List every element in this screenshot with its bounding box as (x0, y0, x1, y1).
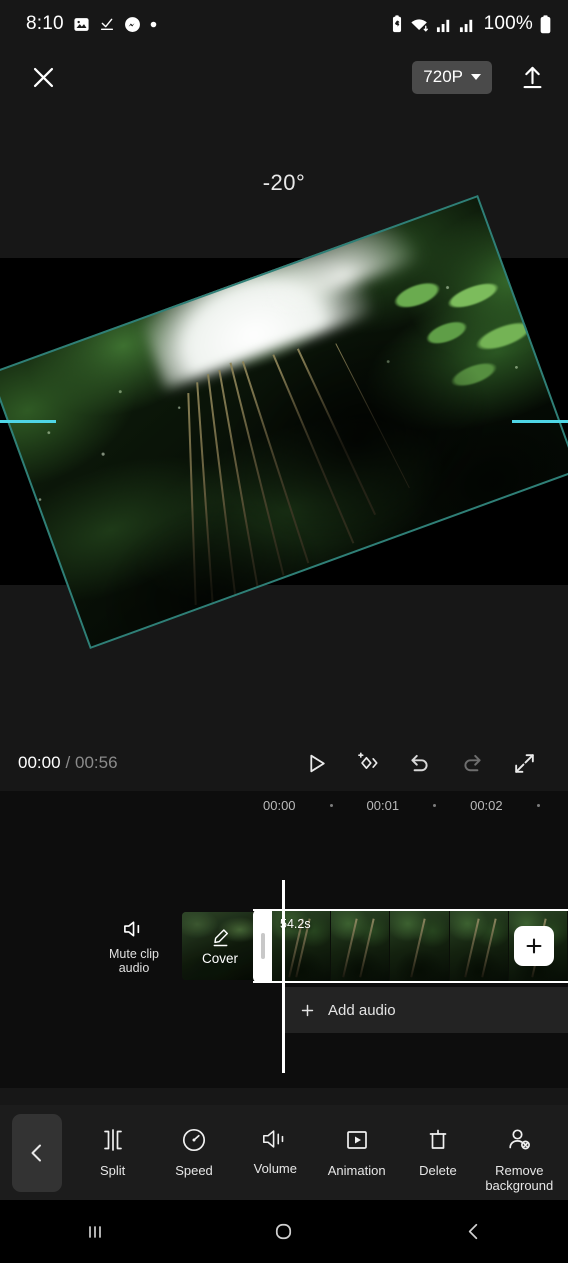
battery-saver-icon (390, 15, 404, 33)
clip-frame (449, 911, 509, 981)
toolbar-label: Volume (253, 1161, 297, 1176)
messenger-icon (124, 16, 141, 33)
mute-speaker-icon (122, 918, 147, 940)
battery-percent-label: 100% (483, 13, 533, 34)
ruler-tick: 00:00 (263, 797, 296, 813)
cover-label: Cover (201, 950, 238, 966)
transport-bar: 00:00 / 00:56 (0, 735, 568, 791)
ruler-dot (329, 803, 333, 807)
resolution-label: 720P (423, 67, 463, 86)
app-bar: 720P (0, 48, 568, 106)
status-bar-clock: 8:10 (26, 13, 64, 34)
ruler-dot (536, 803, 540, 807)
play-button[interactable] (290, 741, 342, 785)
ruler-tick: 00:01 (366, 797, 400, 813)
status-bar-right: 100% (390, 13, 552, 35)
signal-two-icon (459, 16, 476, 33)
redo-button[interactable] (446, 741, 498, 785)
ruler-tick: 00:02 (470, 797, 503, 813)
toolbar-item-speed[interactable]: Speed (155, 1126, 233, 1178)
playhead[interactable] (282, 880, 285, 1073)
animation-icon (343, 1126, 371, 1154)
keyframe-button[interactable] (342, 741, 394, 785)
toolbar-item-delete[interactable]: Delete (399, 1126, 477, 1178)
home-button[interactable] (249, 1210, 319, 1254)
video-frame (0, 194, 568, 649)
edit-toolbar: Split Speed Volume Animation Delete Remo… (0, 1105, 568, 1200)
toolbar-item-split[interactable]: Split (74, 1126, 152, 1178)
export-button[interactable] (514, 59, 550, 95)
status-bar: 8:10 100% (0, 0, 568, 48)
recents-button[interactable] (60, 1210, 130, 1254)
signal-one-icon (436, 16, 453, 33)
timeline-panel[interactable]: 00:00 00:01 00:02 00:03 00:0 Mute clipau… (0, 791, 568, 1088)
toolbar-item-animation[interactable]: Animation (318, 1126, 396, 1178)
clip-frame (331, 911, 391, 981)
toolbar-label: Animation (327, 1163, 386, 1178)
android-nav-bar (0, 1200, 568, 1263)
current-time-label: 00:00 (18, 753, 61, 772)
timeline-ruler[interactable]: 00:00 00:01 00:02 00:03 00:0 (0, 791, 568, 819)
resolution-selector[interactable]: 720P (412, 60, 492, 94)
photos-icon (73, 16, 90, 33)
undo-button[interactable] (394, 741, 446, 785)
add-audio-label: Add audio (328, 1001, 396, 1019)
toolbar-label: Remove background (485, 1163, 554, 1193)
toolbar-items: Split Speed Volume Animation Delete Remo… (62, 1112, 568, 1193)
split-icon (99, 1126, 127, 1154)
pencil-icon (210, 927, 231, 948)
add-clip-button[interactable] (514, 926, 554, 966)
video-clip-transform-box[interactable] (0, 194, 568, 649)
ruler-dot (433, 803, 437, 807)
volume-icon (261, 1126, 289, 1152)
jungle-canopy-image (0, 194, 568, 649)
rotation-angle-readout: -20° (262, 170, 306, 195)
trim-grip (260, 933, 265, 959)
ruler-ticks: 00:00 00:01 00:02 00:03 00:0 (263, 791, 568, 819)
shadow-layer (0, 194, 568, 649)
video-preview-canvas[interactable] (0, 194, 568, 649)
total-time-label: / 00:56 (65, 753, 118, 772)
wifi-icon (410, 15, 430, 33)
toolbar-label: Split (100, 1163, 126, 1178)
clip-frame (390, 911, 450, 981)
close-button[interactable] (26, 60, 60, 94)
battery-icon (539, 14, 552, 34)
alignment-guide-right (512, 420, 568, 423)
timeline-tracks[interactable]: Mute clip audio Cover 54.2s Add audio (0, 819, 568, 1088)
toolbar-label: Speed (175, 1163, 213, 1178)
video-clip-track[interactable]: 54.2s (253, 909, 568, 983)
cover-button[interactable]: Cover (182, 912, 258, 980)
speed-icon (180, 1126, 208, 1154)
add-audio-track[interactable]: Add audio (283, 987, 568, 1033)
back-button[interactable] (438, 1210, 508, 1254)
toolbar-label: Delete (419, 1163, 457, 1178)
editor-screen: 8:10 100% 720P -20° 00:00 / 00:56 00:00 … (0, 0, 568, 1263)
remove-background-icon (505, 1126, 533, 1154)
mute-clip-audio-label: Mute clip audio (108, 946, 160, 975)
dot-icon (150, 21, 157, 28)
mute-clip-audio-button[interactable]: Mute clip audio (90, 909, 178, 983)
delete-icon (424, 1126, 452, 1154)
toolbar-back-button[interactable] (12, 1113, 62, 1192)
status-bar-left: 8:10 (26, 13, 157, 35)
clip-trim-handle-left[interactable] (253, 909, 272, 983)
chevron-down-icon (471, 74, 481, 80)
plus-icon (299, 1002, 316, 1019)
toolbar-item-remove-background[interactable]: Remove background (480, 1126, 558, 1193)
toolbar-item-volume[interactable]: Volume (236, 1126, 314, 1176)
alignment-guide-left (0, 420, 56, 423)
download-check-icon (99, 16, 115, 32)
fullscreen-button[interactable] (498, 741, 550, 785)
